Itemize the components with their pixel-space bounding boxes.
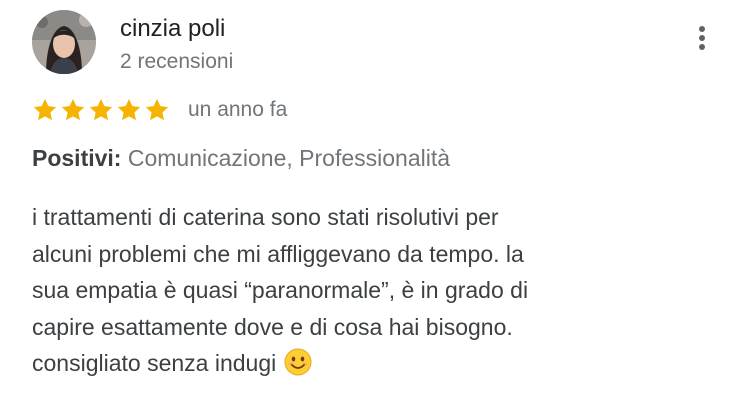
star-icon	[145, 98, 169, 121]
avatar-image	[32, 10, 96, 74]
star-icon	[61, 98, 85, 121]
avatar[interactable]	[32, 10, 96, 74]
review-text-line: sua empatia è quasi “paranormale”, è in …	[32, 277, 529, 303]
smiling-face-emoji-icon	[284, 348, 312, 376]
review-text-line: capire esattamente dove e di cosa hai bi…	[32, 313, 513, 340]
author-review-count[interactable]: 2 recensioni	[120, 48, 233, 76]
review-text-line-last: consigliato senza indugi	[32, 345, 712, 382]
author-name[interactable]: cinzia poli	[120, 14, 225, 44]
review-date: un anno fa	[188, 98, 288, 121]
more-options-button[interactable]	[690, 20, 714, 56]
review-text: i trattamenti di caterina sono stati ris…	[32, 199, 712, 382]
star-icon	[117, 98, 141, 121]
review-text-line: i trattamenti di caterina sono stati ris…	[32, 204, 499, 230]
star-icon	[33, 98, 57, 121]
review-text-line: consigliato senza indugi	[32, 350, 277, 376]
positives-value: Comunicazione, Professionalità	[127, 145, 451, 171]
star-rating	[32, 97, 170, 123]
star-icon	[89, 98, 113, 121]
review-text-line: alcuni problemi che mi affliggevano da t…	[32, 240, 524, 267]
rating-row: un anno fa	[32, 95, 287, 125]
positives-label: Positivi:	[32, 145, 122, 171]
positives-section: Positivi: Comunicazione, Professionalità	[32, 142, 450, 174]
review-card: cinzia poli 2 recensioni un anno fa Posi…	[0, 0, 741, 416]
